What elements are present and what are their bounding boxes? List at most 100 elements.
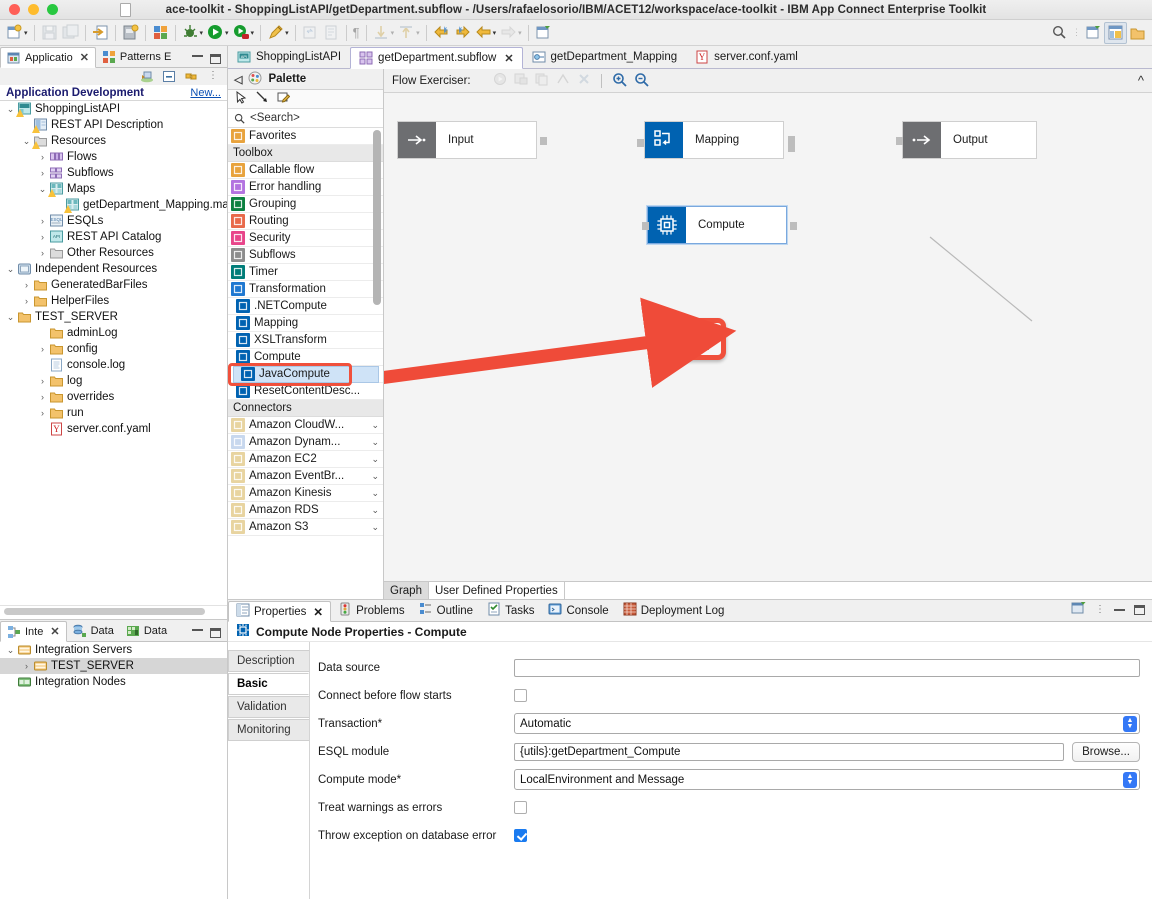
tree-item[interactable]: › GeneratedBarFiles: [0, 277, 227, 293]
tree-item[interactable]: › HelperFiles: [0, 293, 227, 309]
chevron-right-icon[interactable]: ›: [36, 232, 49, 242]
property-checkbox[interactable]: [514, 829, 527, 842]
tree-item[interactable]: › TEST_SERVER: [0, 658, 227, 674]
tree-item[interactable]: REST API Description: [0, 117, 227, 133]
palette-category[interactable]: Transformation⌃: [228, 281, 383, 298]
tree-item[interactable]: Yserver.conf.yaml: [0, 421, 227, 437]
flow-node-input[interactable]: Input: [397, 121, 537, 159]
chevron-right-icon[interactable]: ›: [36, 152, 49, 162]
node-terminal[interactable]: [540, 137, 547, 145]
close-window-button[interactable]: [9, 4, 20, 15]
palette-item[interactable]: .NETCompute: [228, 298, 383, 315]
property-checkbox[interactable]: [514, 689, 527, 702]
new-link[interactable]: New...: [190, 87, 221, 99]
chevron-down-icon[interactable]: ▾: [200, 29, 204, 37]
chevron-down-icon[interactable]: ▾: [285, 29, 289, 37]
chevron-down-icon[interactable]: ⌄: [371, 471, 379, 482]
property-select[interactable]: LocalEnvironment and Message ▲ ▼: [514, 769, 1140, 790]
flow-node-output[interactable]: Output: [902, 121, 1037, 159]
node-terminal[interactable]: [790, 222, 797, 230]
other-perspective-button[interactable]: [1127, 22, 1148, 44]
chevron-down-icon[interactable]: ⌄: [371, 522, 379, 533]
filters-icon[interactable]: [184, 70, 198, 83]
editor-tab-getdepartment-mapping[interactable]: getDepartment_Mapping: [523, 46, 687, 68]
flow-node-compute[interactable]: Compute: [647, 206, 787, 244]
minimize-icon[interactable]: [192, 54, 203, 57]
start-flow-exerciser-icon[interactable]: [493, 72, 507, 89]
properties-side-tabs[interactable]: Description Basic Validation Monitoring: [228, 642, 310, 899]
node-terminal[interactable]: [637, 139, 644, 147]
chevron-down-icon[interactable]: ⌄: [4, 645, 17, 656]
palette-item[interactable]: JavaCompute: [228, 365, 383, 383]
palette-category[interactable]: Subflows⌄: [228, 247, 383, 264]
tree-item[interactable]: › Flows: [0, 149, 227, 165]
tree-item[interactable]: console.log: [0, 357, 227, 373]
maximize-icon[interactable]: [210, 54, 221, 64]
chevron-up-icon[interactable]: ^: [1138, 73, 1144, 88]
minimize-icon[interactable]: [192, 628, 203, 631]
maximize-icon[interactable]: [1134, 604, 1145, 615]
deploy-button[interactable]: [150, 22, 171, 44]
close-icon[interactable]: ✕: [50, 625, 59, 638]
tree-item[interactable]: › Other Resources: [0, 245, 227, 261]
record-button[interactable]: ▾: [231, 22, 257, 44]
properties-form[interactable]: Data source Connect before flow starts Tra…: [310, 642, 1152, 899]
save-button[interactable]: [39, 22, 60, 44]
chevron-down-icon[interactable]: ▾: [518, 29, 522, 37]
palette-category[interactable]: Security⌄: [228, 230, 383, 247]
browse-button[interactable]: Browse...: [1072, 741, 1140, 762]
tree-item[interactable]: ⌄ Independent Resources: [0, 261, 227, 277]
palette-scrollbar[interactable]: [373, 130, 381, 305]
new-esql-button[interactable]: [321, 22, 342, 44]
open-perspective-right-button[interactable]: [1083, 22, 1104, 44]
flow-canvas[interactable]: Input Mapping Output Compute: [384, 93, 1152, 581]
palette-category[interactable]: Error handling⌄: [228, 179, 383, 196]
application-development-tree[interactable]: ⌄ ShoppingListAPI REST API Description ⌄ Res…: [0, 101, 227, 605]
tree-item[interactable]: ⌄ Resources: [0, 133, 227, 149]
chevron-right-icon[interactable]: ›: [36, 344, 49, 354]
flow-exerciser-button[interactable]: ▾: [265, 22, 291, 44]
chevron-right-icon[interactable]: ›: [36, 408, 49, 418]
next-annotation-button[interactable]: ▾: [371, 22, 397, 44]
integration-servers-tree[interactable]: ⌄ Integration Servers › TEST_SERVER Integrat…: [0, 642, 227, 899]
tree-item[interactable]: › ESQL ESQLs: [0, 213, 227, 229]
property-checkbox[interactable]: [514, 801, 527, 814]
chevron-down-icon[interactable]: ⌄: [20, 136, 33, 147]
tree-item[interactable]: › Subflows: [0, 165, 227, 181]
view-window-controls[interactable]: [192, 628, 227, 641]
maximize-icon[interactable]: [210, 628, 221, 638]
palette-category[interactable]: Amazon EC2 ⌄: [228, 451, 383, 468]
tree-item[interactable]: › overrides: [0, 389, 227, 405]
tree-item[interactable]: › config: [0, 341, 227, 357]
link-with-editor-icon[interactable]: [140, 70, 154, 83]
quick-access-search-button[interactable]: [1049, 22, 1070, 44]
minimize-icon[interactable]: [1114, 608, 1125, 611]
property-text-input[interactable]: [514, 658, 1140, 677]
clear-recorded-icon[interactable]: [577, 72, 591, 89]
chevron-right-icon[interactable]: ›: [36, 248, 49, 258]
save-all-button[interactable]: [60, 22, 81, 44]
collapse-left-icon[interactable]: ◁: [234, 73, 242, 86]
tree-item[interactable]: ⌄ Maps: [0, 181, 227, 197]
path-highlight-icon[interactable]: [556, 72, 570, 89]
properties-tab-problems[interactable]: Problems: [331, 600, 412, 621]
palette-category[interactable]: Amazon EventBr... ⌄: [228, 468, 383, 485]
restore-properties-icon[interactable]: [1071, 601, 1086, 618]
chevron-down-icon[interactable]: ⌄: [36, 184, 49, 195]
palette-category[interactable]: Amazon S3 ⌄: [228, 519, 383, 536]
view-tab-integration-explorer[interactable]: Inte ✕: [0, 621, 67, 642]
history-forward-button[interactable]: ▾: [498, 22, 524, 44]
palette-item[interactable]: ResetContentDesc...: [228, 383, 383, 400]
chevron-right-icon[interactable]: ›: [36, 168, 49, 178]
view-tab-data-source-explorer[interactable]: Data: [120, 620, 173, 641]
back-button[interactable]: [431, 22, 452, 44]
view-menu-icon[interactable]: ⋮: [206, 70, 220, 83]
export-button[interactable]: [120, 22, 141, 44]
properties-view-tools[interactable]: ⋮: [1071, 601, 1152, 621]
select-stepper-icon[interactable]: ▲ ▼: [1123, 716, 1137, 732]
palette-search-box[interactable]: <Search>: [228, 109, 383, 128]
connection-tool-icon[interactable]: [256, 91, 269, 107]
view-tab-data-project-explorer[interactable]: Data: [67, 620, 120, 641]
import-button[interactable]: [90, 22, 111, 44]
editor-tab-getdepartment-subflow[interactable]: getDepartment.subflow ✕: [350, 47, 523, 69]
